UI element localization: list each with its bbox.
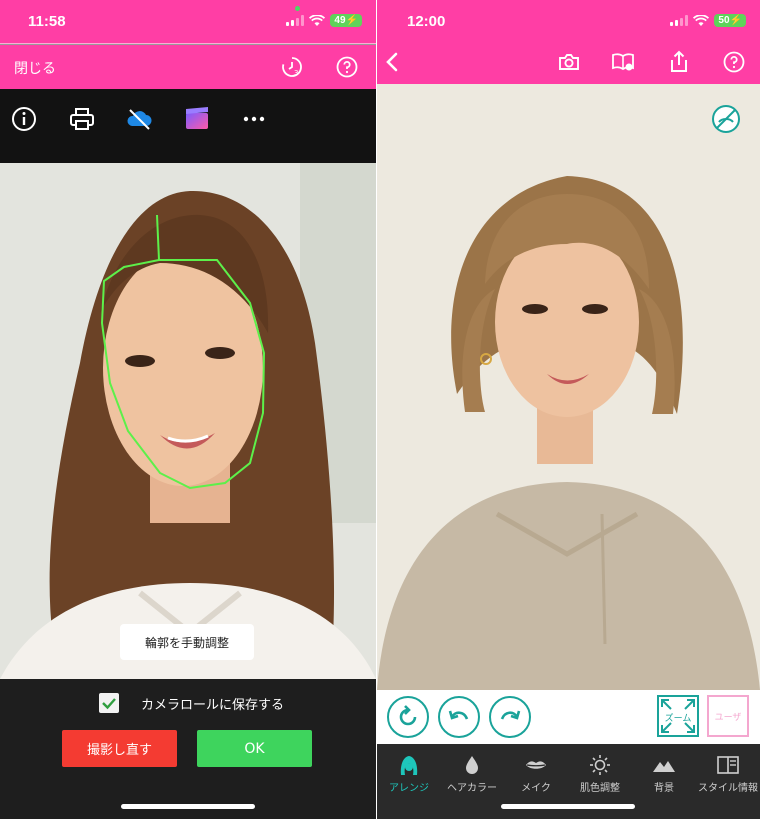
tab-arrange[interactable]: アレンジ [377,744,441,804]
cloud-off-icon[interactable] [125,105,153,133]
user-label: ユーザ [714,712,742,723]
hairstyle-preview-photo [377,84,760,690]
close-button[interactable]: 閉じる [14,58,56,78]
lips-icon [526,761,546,769]
tab-hair-color[interactable]: ヘアカラー [440,744,504,804]
share-toolbar [0,89,376,163]
tab-label: ヘアカラー [447,783,497,794]
status-icons: 50⚡ [670,14,746,27]
sun-icon [590,755,610,775]
redo-icon [500,710,521,720]
share-icon[interactable] [667,50,691,74]
check-icon [102,698,116,710]
manual-contour-button[interactable]: 輪郭を手動調整 [120,624,254,660]
svg-text:3: 3 [294,69,298,77]
book-icon[interactable] [611,50,635,74]
save-to-camera-roll-label: カメラロールに保存する [141,698,285,713]
clapper-icon[interactable] [183,105,211,133]
tab-makeup[interactable]: メイク [504,744,568,804]
hair-icon [400,756,418,775]
ok-button[interactable]: OK [197,730,312,767]
edit-controls-bar: ズーム ユーザ [377,690,760,744]
drop-icon [466,756,478,774]
save-checkbox[interactable] [99,693,119,713]
signal-icon [670,15,689,26]
zoom-button[interactable]: ズーム [657,695,699,737]
wifi-icon [693,14,710,26]
more-icon[interactable] [240,105,268,133]
tab-label: 背景 [654,783,674,794]
status-time: 12:00 [407,13,446,30]
help-icon[interactable] [722,50,746,74]
status-bar: 12:00 50⚡ [377,0,760,44]
reset-icon [399,705,417,726]
retake-button[interactable]: 撮影し直す [62,730,177,767]
zoom-label: ズーム [664,714,692,724]
status-bar: 11:58 49⚡ [0,0,376,44]
print-icon[interactable] [68,105,96,133]
left-phone-screen: 11:58 49⚡ 閉じる 3 輪郭を手動調整 カメラロールに保存する 撮影し直… [0,0,376,819]
tab-background[interactable]: 背景 [632,744,696,804]
user-button[interactable]: ユーザ [707,695,749,737]
tab-label: 肌色調整 [580,783,620,794]
top-header: 閉じる 3 [0,45,376,89]
book-icon [717,756,739,774]
undo-icon [448,710,469,720]
redo-button[interactable] [489,696,531,738]
tab-style-info[interactable]: スタイル情報 [696,744,760,804]
camera-icon[interactable] [557,50,581,74]
captured-face-photo [0,163,376,679]
info-icon[interactable] [10,105,38,133]
tab-label: メイク [521,783,551,794]
portrait-illustration [377,84,760,690]
mountain-icon [653,761,675,772]
home-indicator [501,804,635,809]
reset-button[interactable] [387,696,429,738]
tab-label: スタイル情報 [698,783,758,794]
battery-indicator: 50⚡ [714,14,746,27]
undo-button[interactable] [438,696,480,738]
wifi-icon [309,14,326,26]
tab-label: アレンジ [389,783,429,794]
battery-indicator: 49⚡ [330,14,362,27]
status-icons: 49⚡ [286,14,362,27]
signal-icon [286,15,305,26]
timer-icon[interactable]: 3 [280,55,304,79]
back-icon[interactable] [381,50,405,74]
status-time: 11:58 [28,13,66,30]
top-header [377,40,760,84]
home-indicator [121,804,255,809]
help-icon[interactable] [335,55,359,79]
right-phone-screen: 12:00 50⚡ ズーム ユーザ アレンジ ヘアカラー メイク 肌色調整 背景… [377,0,760,819]
privacy-indicator [295,6,300,11]
hide-guides-icon[interactable] [711,104,741,134]
tab-skin-tone[interactable]: 肌色調整 [568,744,632,804]
portrait-illustration [0,163,376,679]
